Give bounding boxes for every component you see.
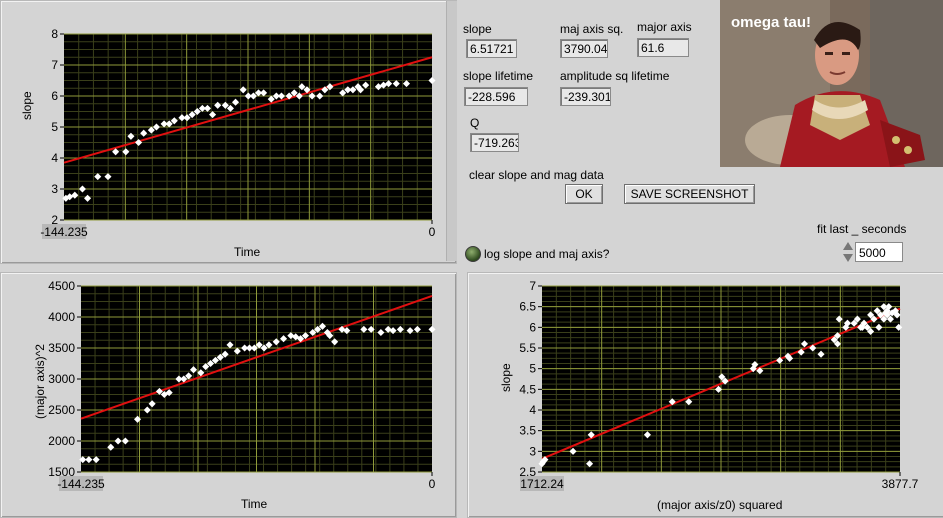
amplitude-sq-lifetime-indicator: -239.301 xyxy=(560,87,611,106)
x-tick-label: 3877.7 xyxy=(882,477,919,491)
major-axis-label: major axis xyxy=(637,20,692,34)
q-indicator: -719.263 xyxy=(470,133,519,152)
omega-tau-picture: omega tau! xyxy=(720,0,943,167)
slope-lifetime-label: slope lifetime xyxy=(463,69,534,83)
ok-button[interactable]: OK xyxy=(565,184,603,204)
y-tick-label: 4 xyxy=(529,403,536,417)
chart3-xlabel: (major axis/z0) squared xyxy=(657,498,783,512)
y-tick-label: 6 xyxy=(529,320,536,334)
y-tick-label: 3 xyxy=(529,444,536,458)
picture-caption: omega tau! xyxy=(731,14,812,31)
major-axis-indicator: 61.6 xyxy=(637,38,689,57)
y-tick-label: 5 xyxy=(529,362,536,376)
fit-seconds-input[interactable]: 5000 xyxy=(855,242,903,262)
y-tick-label: 6.5 xyxy=(519,300,536,314)
maj-axis-sq-indicator: 3790.04 xyxy=(560,39,608,58)
slope-lifetime-indicator: -228.596 xyxy=(464,87,528,106)
log-toggle-label: log slope and maj axis? xyxy=(484,247,610,261)
amplitude-sq-lifetime-label: amplitude sq lifetime xyxy=(560,69,670,83)
clear-data-label: clear slope and mag data xyxy=(469,168,604,182)
y-tick-label: 7 xyxy=(529,279,536,293)
y-tick-label: 4.5 xyxy=(519,382,536,396)
slope-label: slope xyxy=(463,22,492,36)
slope-indicator: 6.51721 xyxy=(466,39,517,58)
maj-axis-sq-label: maj axis sq. xyxy=(560,22,624,36)
x-tick-label: 1712.24 xyxy=(520,477,564,491)
fit-seconds-spinner-icon[interactable] xyxy=(842,240,854,264)
save-screenshot-button[interactable]: SAVE SCREENSHOT xyxy=(624,184,755,204)
y-tick-label: 3.5 xyxy=(519,424,536,438)
fit-seconds-label: fit last _ seconds xyxy=(817,222,907,236)
log-toggle-led[interactable] xyxy=(465,246,481,262)
chart3-ylabel: slope xyxy=(499,363,513,392)
q-label: Q xyxy=(470,116,480,130)
y-tick-label: 5.5 xyxy=(519,341,536,355)
